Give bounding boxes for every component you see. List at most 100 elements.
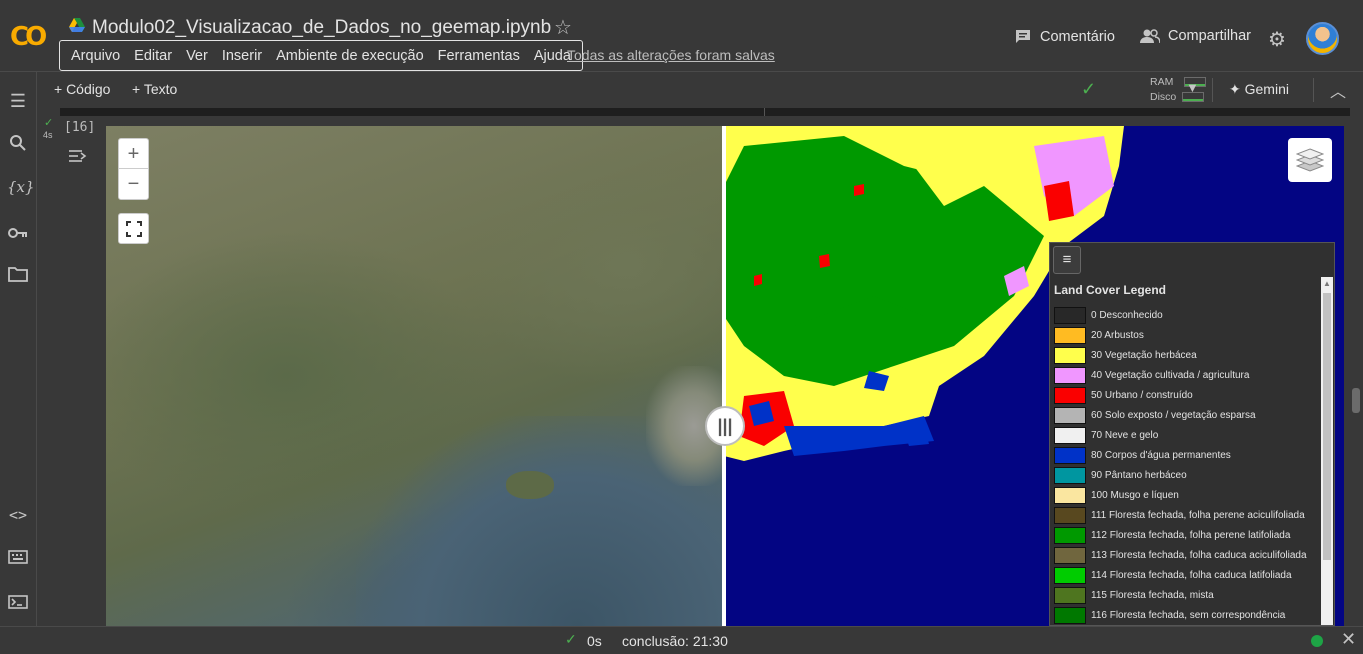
legend-item: 20 Arbustos — [1054, 325, 1320, 345]
legend-swatch — [1054, 366, 1086, 384]
close-status-icon[interactable]: ✕ — [1341, 629, 1356, 650]
table-of-contents-icon[interactable]: ☰ — [7, 90, 29, 112]
legend-swatch — [1054, 306, 1086, 324]
comment-label: Comentário — [1040, 29, 1115, 45]
connected-check-icon: ✓ — [1081, 79, 1097, 99]
add-text-button[interactable]: + Texto — [132, 81, 177, 97]
cell-execution-count[interactable]: [16] — [64, 120, 95, 135]
left-sidebar: ☰ {x} <> — [0, 72, 37, 626]
fullscreen-button[interactable] — [118, 213, 149, 244]
toolbar-separator-2 — [1313, 78, 1314, 102]
menu-ver[interactable]: Ver — [179, 48, 215, 64]
add-code-button[interactable]: + Código — [54, 81, 110, 97]
satellite-imagery-layer — [106, 126, 726, 626]
legend-label: 30 Vegetação herbácea — [1091, 349, 1197, 361]
legend-menu-icon[interactable]: ≡ — [1053, 246, 1081, 274]
legend-item: 100 Musgo e líquen — [1054, 485, 1320, 505]
page-scrollbar-thumb[interactable] — [1352, 388, 1360, 413]
zoom-control: + − — [118, 138, 149, 200]
status-connected-dot — [1311, 635, 1323, 647]
comment-button[interactable]: Comentário — [1014, 28, 1115, 46]
notebook-toolbar: + Código + Texto ✓ RAM Disco ▼ ✦ Gemini … — [38, 72, 1363, 108]
previous-cell-bottom — [60, 108, 1350, 116]
folder-icon[interactable] — [7, 265, 29, 287]
disk-label: Disco — [1150, 91, 1177, 103]
legend-label: 112 Floresta fechada, folha perene latif… — [1091, 529, 1291, 541]
legend-title: Land Cover Legend — [1054, 283, 1167, 297]
colab-logo[interactable]: CO — [10, 22, 47, 52]
legend-item: 60 Solo exposto / vegetação esparsa — [1054, 405, 1320, 425]
legend-item: 30 Vegetação herbácea — [1054, 345, 1320, 365]
runtime-dropdown-icon[interactable]: ▼ — [1186, 80, 1199, 95]
sparkle-icon: ✦ — [1229, 81, 1241, 97]
legend-label: 111 Floresta fechada, folha perene acicu… — [1091, 509, 1305, 521]
gemini-label: Gemini — [1244, 81, 1289, 97]
google-drive-icon — [69, 18, 85, 32]
legend-swatch — [1054, 386, 1086, 404]
legend-swatch — [1054, 326, 1086, 344]
legend-label: 60 Solo exposto / vegetação esparsa — [1091, 409, 1256, 421]
search-icon[interactable] — [7, 134, 29, 156]
legend-label: 50 Urbano / construído — [1091, 389, 1193, 401]
legend-item: 80 Corpos d'água permanentes — [1054, 445, 1320, 465]
legend-swatch — [1054, 446, 1086, 464]
gemini-button[interactable]: ✦ Gemini — [1229, 81, 1289, 98]
menu-bar: Arquivo Editar Ver Inserir Ambiente de e… — [59, 40, 583, 71]
legend-swatch — [1054, 426, 1086, 444]
satellite-island — [506, 471, 554, 499]
star-icon[interactable]: ☆ — [554, 15, 572, 40]
status-bar: ✓ 0s conclusão: 21:30 ✕ — [0, 626, 1363, 654]
command-palette-icon[interactable] — [7, 547, 29, 569]
fullscreen-icon — [125, 220, 142, 237]
legend-label: 115 Floresta fechada, mista — [1091, 589, 1214, 601]
menu-editar[interactable]: Editar — [127, 48, 179, 64]
saved-status-link[interactable]: Todas as alterações foram salvas — [567, 47, 775, 63]
zoom-out-button[interactable]: − — [119, 169, 148, 199]
legend-scroll-thumb[interactable] — [1323, 293, 1331, 560]
legend-swatch — [1054, 506, 1086, 524]
comment-icon — [1016, 30, 1030, 43]
zoom-in-button[interactable]: + — [119, 139, 148, 169]
legend-label: 100 Musgo e líquen — [1091, 489, 1179, 501]
cell-split — [764, 108, 765, 116]
settings-gear-icon[interactable]: ⚙ — [1268, 27, 1286, 52]
menu-arquivo[interactable]: Arquivo — [64, 48, 127, 64]
people-icon — [1140, 29, 1160, 44]
user-avatar[interactable] — [1306, 22, 1339, 55]
split-map[interactable]: ||| + − ≡ Land Cover Legend 0 Desconheci… — [106, 126, 1344, 626]
share-button[interactable]: Compartilhar — [1140, 28, 1251, 44]
collapse-chevron-up-icon[interactable]: ︿ — [1330, 78, 1346, 102]
legend-swatch — [1054, 606, 1086, 624]
legend-item: 50 Urbano / construído — [1054, 385, 1320, 405]
key-icon[interactable] — [7, 222, 29, 244]
legend-item: 112 Floresta fechada, folha perene latif… — [1054, 525, 1320, 545]
legend-item: 113 Floresta fechada, folha caduca acicu… — [1054, 545, 1320, 565]
menu-ambiente-execucao[interactable]: Ambiente de execução — [269, 48, 431, 64]
share-label: Compartilhar — [1168, 28, 1251, 44]
legend-swatch — [1054, 546, 1086, 564]
legend-label: 0 Desconhecido — [1091, 309, 1163, 321]
scroll-up-arrow-icon[interactable]: ▲ — [1321, 277, 1333, 291]
legend-swatch — [1054, 346, 1086, 364]
legend-swatch — [1054, 466, 1086, 484]
legend-label: 40 Vegetação cultivada / agricultura — [1091, 369, 1250, 381]
menu-inserir[interactable]: Inserir — [215, 48, 269, 64]
cell-success-check-icon: ✓ — [44, 117, 54, 129]
legend-label: 116 Floresta fechada, sem correspondênci… — [1091, 609, 1286, 621]
variables-icon[interactable]: {x} — [7, 176, 35, 198]
toolbar-separator — [1212, 78, 1213, 102]
terminal-icon[interactable] — [7, 592, 29, 614]
code-snippets-icon[interactable]: <> — [7, 504, 29, 526]
swipe-divider[interactable] — [722, 126, 726, 626]
output-actions-icon[interactable] — [68, 148, 88, 169]
legend-scrollbar[interactable]: ▲ — [1321, 277, 1333, 625]
legend-label: 20 Arbustos — [1091, 329, 1144, 341]
status-elapsed: 0s — [587, 633, 602, 649]
layers-control-button[interactable] — [1288, 138, 1332, 182]
legend-item: 90 Pântano herbáceo — [1054, 465, 1320, 485]
legend-item: 0 Desconhecido — [1054, 305, 1320, 325]
notebook-title[interactable]: Modulo02_Visualizacao_de_Dados_no_geemap… — [92, 17, 551, 39]
legend-label: 70 Neve e gelo — [1091, 429, 1159, 441]
menu-ferramentas[interactable]: Ferramentas — [431, 48, 527, 64]
swipe-handle[interactable]: ||| — [705, 406, 745, 446]
